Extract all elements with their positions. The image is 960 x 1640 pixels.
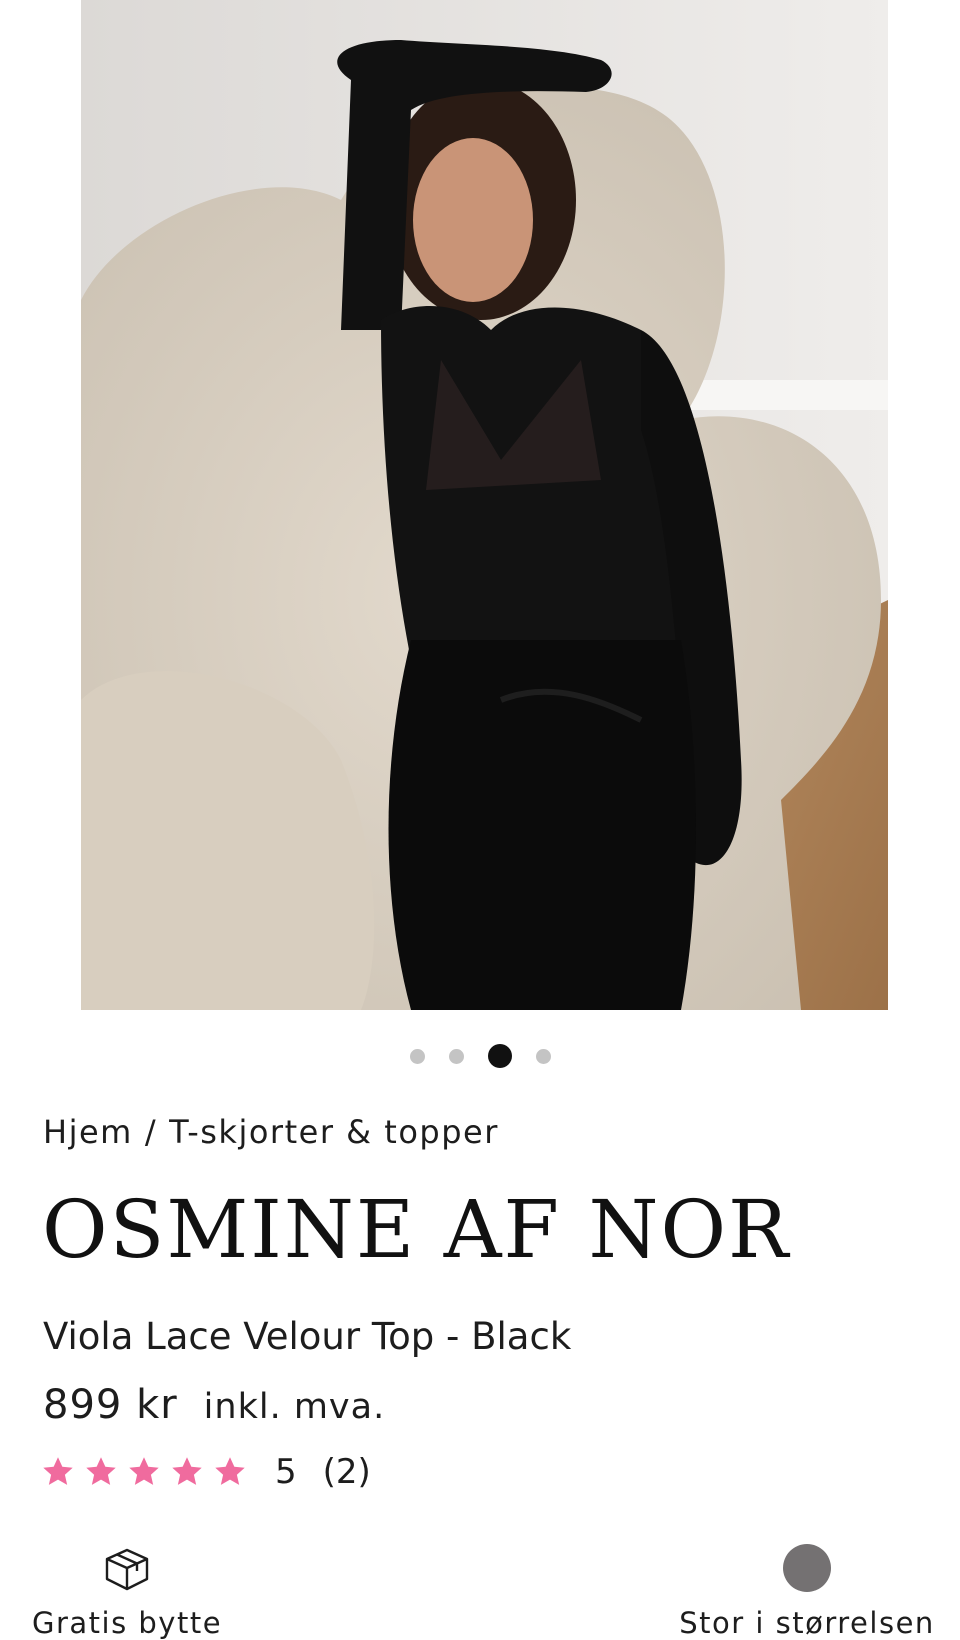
star-icon <box>212 1454 248 1490</box>
free-exchange-feature: Gratis bytte <box>32 1540 221 1640</box>
product-name: Viola Lace Velour Top - Black <box>43 1315 572 1358</box>
product-photo <box>81 0 888 1010</box>
rating-value: 5 <box>275 1452 297 1492</box>
free-exchange-label: Gratis bytte <box>31 1606 223 1640</box>
review-count: (2) <box>322 1452 371 1492</box>
product-price: 899 kr <box>43 1382 178 1428</box>
breadcrumb: Hjem / T-skjorter & topper <box>43 1113 499 1151</box>
carousel-dot-1[interactable] <box>409 1048 425 1064</box>
price-row: 899 kr inkl. mva. <box>43 1382 385 1428</box>
vat-note: inkl. mva. <box>203 1387 386 1427</box>
breadcrumb-category-link[interactable]: T-skjorter & topper <box>169 1113 499 1151</box>
rating-stars <box>40 1454 255 1490</box>
product-rating[interactable]: 5 (2) <box>40 1452 371 1492</box>
product-page: Hjem / T-skjorter & topper OSMINE AF NOR… <box>0 0 960 1640</box>
breadcrumb-separator: / <box>144 1113 158 1151</box>
carousel-dot-3[interactable] <box>487 1044 512 1068</box>
star-icon <box>126 1454 162 1490</box>
size-indicator-icon <box>783 1540 831 1596</box>
brand-title[interactable]: OSMINE AF NOR <box>42 1190 790 1270</box>
size-fit-label: Stor i størrelsen <box>679 1606 935 1640</box>
carousel-dots <box>0 1042 960 1070</box>
star-icon <box>40 1454 76 1490</box>
carousel-dot-2[interactable] <box>448 1048 464 1064</box>
package-icon <box>102 1540 152 1596</box>
star-icon <box>169 1454 205 1490</box>
product-image[interactable] <box>81 0 888 1010</box>
size-guide-feature: Stor i størrelsen <box>679 1540 933 1640</box>
star-icon <box>83 1454 119 1490</box>
size-indicator-circle <box>783 1544 831 1592</box>
breadcrumb-home-link[interactable]: Hjem <box>43 1113 133 1151</box>
carousel-dot-4[interactable] <box>535 1048 551 1064</box>
